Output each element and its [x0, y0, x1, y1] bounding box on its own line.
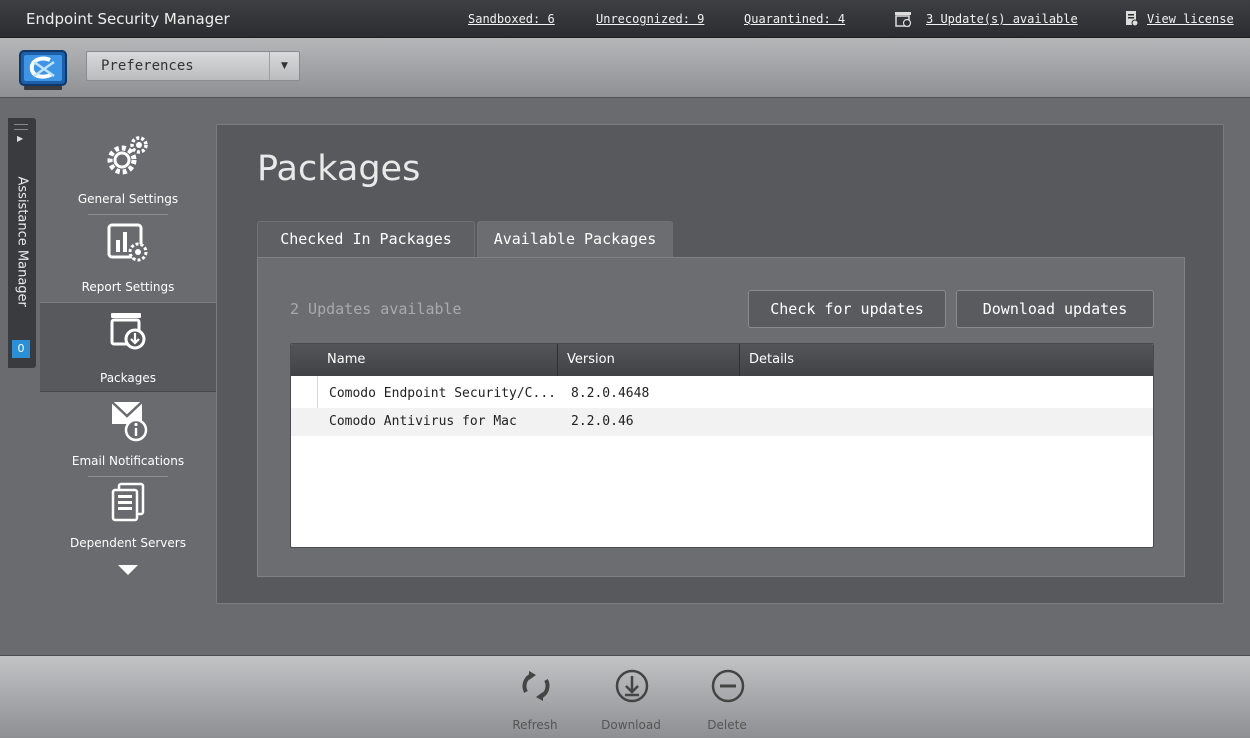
page-title: Packages	[257, 149, 421, 189]
download-updates-button[interactable]: Download updates	[956, 290, 1154, 328]
servers-icon	[110, 482, 146, 526]
check-for-updates-button[interactable]: Check for updates	[748, 290, 946, 328]
nav-dependent-servers-label: Dependent Servers	[70, 536, 186, 550]
cell-name: Comodo Endpoint Security/C...	[329, 386, 556, 401]
delete-label: Delete	[707, 718, 747, 732]
cell-name: Comodo Antivirus for Mac	[329, 414, 517, 429]
license-icon	[1124, 10, 1140, 32]
assistance-manager-tab[interactable]: ▶ Assistance Manager 0	[8, 118, 36, 368]
tab-available-packages[interactable]: Available Packages	[477, 221, 673, 258]
nav-email-notifications[interactable]: Email Notifications	[40, 396, 216, 480]
quarantined-link[interactable]: Quarantined: 4	[744, 12, 845, 26]
available-packages-content: 2 Updates available Check for updates Do…	[257, 257, 1185, 577]
preferences-select[interactable]: Preferences ▼	[86, 51, 300, 81]
bottom-action-bar: Refresh Download Delete	[0, 655, 1250, 738]
column-header-name[interactable]: Name	[327, 352, 365, 367]
report-icon	[106, 222, 150, 268]
nav-report-settings[interactable]: Report Settings	[40, 218, 216, 302]
nav-report-settings-label: Report Settings	[81, 280, 175, 294]
column-divider[interactable]	[739, 344, 740, 376]
app-title: Endpoint Security Manager	[26, 10, 230, 28]
nav-general-settings-label: General Settings	[77, 192, 179, 206]
packages-table: Name Version Details Comodo Endpoint Sec…	[290, 343, 1154, 548]
delete-icon	[710, 668, 746, 708]
email-info-icon	[110, 398, 150, 446]
package-download-icon	[108, 311, 148, 355]
cell-version: 8.2.0.4648	[571, 386, 650, 401]
download-label: Download	[601, 718, 661, 732]
nav-separator	[88, 214, 168, 215]
column-header-details[interactable]: Details	[749, 352, 794, 367]
comodo-logo	[16, 48, 70, 94]
table-row[interactable]: Comodo Antivirus for Mac 2.2.0.46	[291, 408, 1153, 436]
gears-icon	[104, 134, 150, 182]
updates-count: 2 Updates available	[290, 300, 462, 318]
update-package-icon	[894, 10, 912, 32]
grip-icon	[14, 124, 28, 130]
top-bar: Endpoint Security Manager Sandboxed: 6 U…	[0, 0, 1250, 38]
toolbar: Preferences ▼	[0, 38, 1250, 98]
table-header: Name Version Details	[291, 344, 1153, 376]
nav-dependent-servers[interactable]: Dependent Servers	[40, 480, 216, 560]
download-icon	[614, 668, 650, 708]
chevron-down-icon[interactable]: ▼	[269, 52, 299, 80]
table-row[interactable]: Comodo Endpoint Security/C... 8.2.0.4648	[291, 380, 1153, 408]
column-header-version[interactable]: Version	[567, 352, 615, 367]
view-license-link[interactable]: View license	[1147, 12, 1234, 26]
nav-general-settings[interactable]: General Settings	[40, 130, 216, 216]
cell-version: 2.2.0.46	[571, 414, 634, 429]
assistance-manager-label: Assistance Manager	[14, 176, 30, 307]
packages-panel: Packages Checked In Packages Available P…	[216, 124, 1224, 604]
sandboxed-link[interactable]: Sandboxed: 6	[468, 12, 555, 26]
nav-packages-label: Packages	[100, 371, 156, 385]
nav-email-notifications-label: Email Notifications	[71, 454, 185, 468]
refresh-icon	[518, 668, 554, 708]
refresh-label: Refresh	[512, 718, 558, 732]
assistance-badge: 0	[12, 340, 30, 358]
expand-arrow-icon[interactable]: ▶	[17, 134, 23, 143]
tab-checked-in-packages[interactable]: Checked In Packages	[257, 221, 475, 257]
column-divider[interactable]	[557, 344, 558, 376]
nav-separator	[88, 476, 168, 477]
updates-available-link[interactable]: 3 Update(s) available	[926, 12, 1078, 26]
preferences-select-value: Preferences	[101, 58, 194, 74]
nav-packages[interactable]: Packages	[40, 302, 216, 392]
unrecognized-link[interactable]: Unrecognized: 9	[596, 12, 704, 26]
nav-scroll-down-arrow-icon[interactable]	[118, 565, 138, 575]
